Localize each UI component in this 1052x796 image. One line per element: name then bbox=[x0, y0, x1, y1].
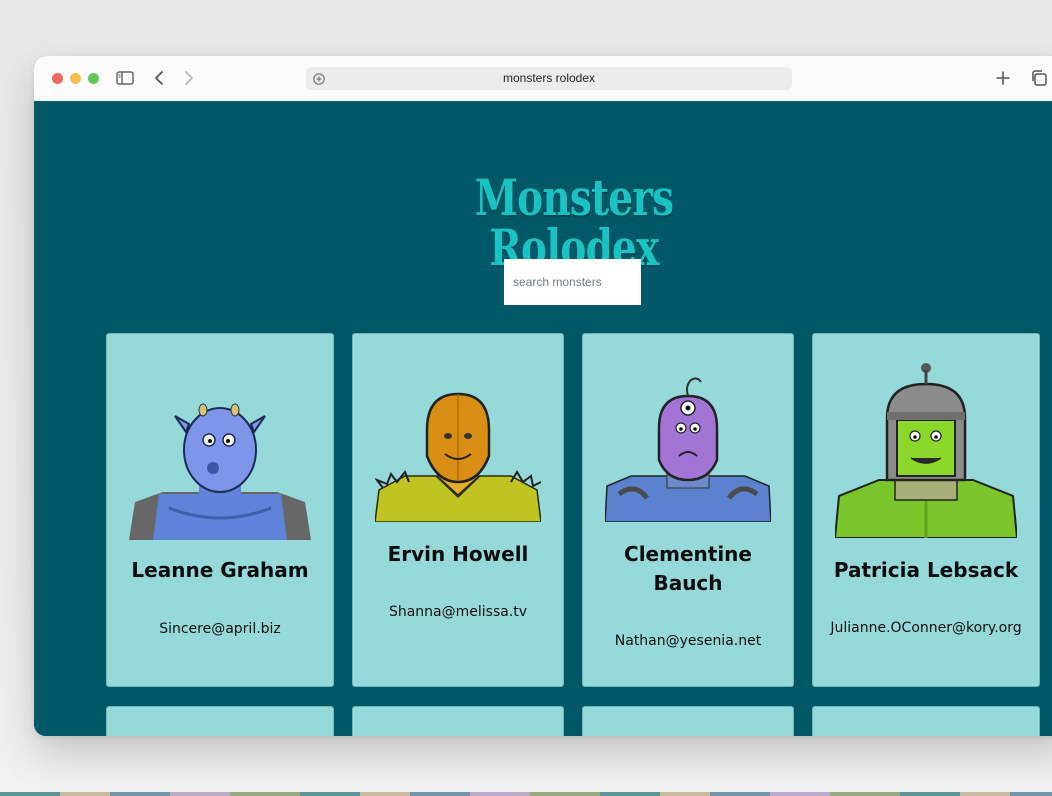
monster-avatar-image bbox=[835, 363, 1017, 538]
search-input[interactable] bbox=[504, 259, 641, 305]
close-window-button[interactable] bbox=[52, 73, 63, 84]
maximize-window-button[interactable] bbox=[88, 73, 99, 84]
monster-avatar-image bbox=[375, 392, 541, 522]
monster-card[interactable] bbox=[582, 706, 794, 736]
monster-card[interactable] bbox=[812, 706, 1040, 736]
monster-name: Leanne Graham bbox=[131, 558, 309, 582]
monster-name: Clementine Bauch bbox=[624, 542, 752, 595]
monster-card[interactable]: Leanne Graham Sincere@april.biz bbox=[106, 333, 334, 687]
background-strip bbox=[0, 792, 1052, 796]
new-tab-icon[interactable] bbox=[993, 68, 1013, 88]
back-icon[interactable] bbox=[150, 68, 170, 88]
browser-toolbar: monsters rolodex bbox=[34, 56, 1052, 102]
monster-email: Julianne.OConner@kory.org bbox=[830, 620, 1022, 636]
monster-card[interactable]: Ervin Howell Shanna@melissa.tv bbox=[352, 333, 564, 687]
address-bar[interactable]: monsters rolodex bbox=[306, 67, 792, 90]
monster-card[interactable] bbox=[106, 706, 334, 736]
monster-card[interactable] bbox=[352, 706, 564, 736]
monster-card[interactable]: Clementine Bauch Nathan@yesenia.net bbox=[582, 333, 794, 687]
sidebar-icon[interactable] bbox=[115, 68, 135, 88]
monster-avatar-image bbox=[129, 403, 311, 540]
page-content: Monsters Rolodex Leanne Graham bbox=[34, 101, 1052, 736]
forward-icon[interactable] bbox=[178, 68, 198, 88]
monster-email: Shanna@melissa.tv bbox=[388, 604, 528, 620]
page-title: Monsters Rolodex bbox=[474, 167, 674, 277]
monster-email: Nathan@yesenia.net bbox=[614, 633, 762, 649]
tabs-overview-icon[interactable] bbox=[1029, 68, 1049, 88]
monster-email: Sincere@april.biz bbox=[159, 621, 281, 637]
monster-name: Ervin Howell bbox=[387, 542, 529, 566]
address-text: monsters rolodex bbox=[502, 71, 596, 85]
monster-name: Patricia Lebsack bbox=[833, 558, 1019, 582]
browser-window: monsters rolodex Monsters Rolodex search… bbox=[34, 56, 1052, 736]
monster-avatar-image bbox=[605, 377, 771, 522]
minimize-window-button[interactable] bbox=[70, 73, 81, 84]
monster-card[interactable]: Patricia Lebsack Julianne.OConner@kory.o… bbox=[812, 333, 1040, 687]
